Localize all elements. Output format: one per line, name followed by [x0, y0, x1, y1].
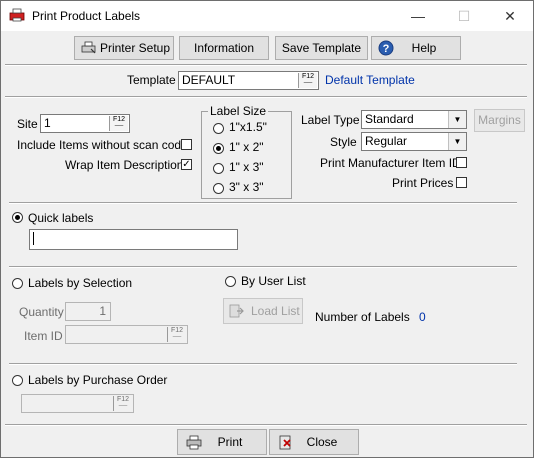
labels-by-selection-radio[interactable] — [12, 278, 23, 289]
labels-by-po-label: Labels by Purchase Order — [28, 373, 168, 387]
template-value: DEFAULT — [182, 73, 236, 87]
quantity-input[interactable]: 1 — [65, 302, 111, 321]
f12-label: F12 — [301, 73, 315, 80]
load-list-button[interactable]: Load List — [223, 298, 303, 324]
size-radio-1x2[interactable] — [213, 143, 224, 154]
chevron-down-icon[interactable]: ▼ — [448, 133, 466, 150]
template-description: Default Template — [325, 73, 415, 87]
include-no-scan-label: Include Items without scan code — [17, 138, 188, 152]
margins-button[interactable]: Margins — [474, 109, 525, 132]
maximize-button[interactable]: ☐ — [441, 1, 487, 31]
print-prices-label: Print Prices — [392, 176, 454, 190]
close-window-button[interactable]: ✕ — [487, 1, 533, 31]
print-button[interactable]: Print — [177, 429, 267, 455]
chevron-down-icon[interactable]: ▼ — [448, 111, 466, 128]
quick-labels-radio[interactable] — [12, 212, 23, 223]
printer-setup-button[interactable]: Printer Setup — [74, 36, 174, 60]
wrap-description-checkbox[interactable]: ✓ — [181, 159, 192, 170]
load-list-label: Load List — [251, 304, 300, 318]
label-type-select[interactable]: Standard ▼ — [361, 110, 467, 129]
quantity-value: 1 — [99, 304, 106, 318]
size-radio-3x3[interactable] — [213, 183, 224, 194]
po-input[interactable]: F12 ── — [21, 394, 134, 413]
size-radio-1x3[interactable] — [213, 163, 224, 174]
quick-labels-label: Quick labels — [28, 211, 94, 225]
separator — [5, 96, 527, 98]
separator — [5, 64, 527, 66]
f12-label: F12 — [170, 327, 184, 334]
f12-label: F12 — [112, 116, 126, 123]
margins-label: Margins — [478, 113, 521, 127]
style-select[interactable]: Regular ▼ — [361, 132, 467, 151]
site-value: 1 — [44, 116, 51, 130]
template-lookup-button[interactable]: F12 ── — [298, 73, 317, 88]
print-prices-checkbox[interactable] — [456, 177, 467, 188]
site-label: Site — [17, 117, 38, 131]
size-label-1x1-5: 1"x1.5" — [229, 120, 267, 134]
information-button[interactable]: Information — [179, 36, 269, 60]
printer-setup-icon — [81, 41, 96, 54]
print-mfr-id-checkbox[interactable] — [456, 157, 467, 168]
load-list-icon — [229, 304, 244, 318]
print-labels-window: Print Product Labels — ☐ ✕ Printer Setup… — [0, 0, 534, 458]
site-input[interactable]: 1 F12 ── — [40, 114, 130, 133]
f12-label: F12 — [116, 396, 130, 403]
labels-by-selection-label: Labels by Selection — [28, 276, 133, 290]
wrap-description-label: Wrap Item Description — [65, 158, 184, 172]
style-value: Regular — [365, 134, 408, 148]
number-of-labels-label: Number of Labels — [315, 310, 410, 324]
separator — [9, 363, 517, 365]
by-user-list-label: By User List — [241, 274, 306, 288]
size-label-3x3: 3" x 3" — [229, 180, 264, 194]
item-id-input[interactable]: F12 ── — [65, 325, 188, 344]
print-mfr-id-label: Print Manufacturer Item ID — [320, 156, 461, 170]
style-label: Style — [330, 135, 357, 149]
item-id-lookup-button[interactable]: F12 ── — [167, 327, 186, 342]
number-of-labels-value: 0 — [419, 310, 426, 324]
include-no-scan-checkbox[interactable] — [181, 139, 192, 150]
separator — [9, 266, 517, 268]
separator — [5, 424, 527, 426]
svg-text:?: ? — [383, 43, 390, 55]
size-label-1x2: 1" x 2" — [229, 140, 264, 154]
close-button[interactable]: Close — [269, 429, 359, 455]
title-bar: Print Product Labels — ☐ ✕ — [1, 1, 533, 31]
quick-labels-input[interactable] — [29, 229, 238, 250]
print-label: Print — [217, 435, 243, 449]
separator — [9, 202, 517, 204]
help-button[interactable]: ? Help — [371, 36, 461, 60]
size-label-1x3: 1" x 3" — [229, 160, 264, 174]
template-label: Template — [127, 73, 176, 87]
help-label: Help — [411, 41, 437, 55]
template-input[interactable]: DEFAULT F12 ── — [178, 71, 319, 90]
close-label: Close — [306, 435, 338, 449]
help-icon: ? — [378, 40, 394, 56]
window-title: Print Product Labels — [32, 9, 141, 23]
site-lookup-button[interactable]: F12 ── — [109, 116, 128, 131]
printer-icon — [186, 435, 202, 450]
app-printer-icon — [9, 8, 25, 22]
size-radio-1x1-5[interactable] — [213, 123, 224, 134]
text-cursor — [33, 232, 34, 245]
minimize-button[interactable]: — — [395, 1, 441, 31]
close-door-icon — [279, 435, 291, 450]
label-size-title: Label Size — [208, 104, 269, 118]
save-template-label: Save Template — [281, 41, 362, 55]
by-user-list-radio[interactable] — [225, 276, 236, 287]
label-type-label: Label Type — [301, 113, 360, 127]
po-lookup-button[interactable]: F12 ── — [113, 396, 132, 411]
information-label: Information — [193, 41, 255, 55]
quantity-label: Quantity — [19, 305, 64, 319]
labels-by-po-radio[interactable] — [12, 375, 23, 386]
label-type-value: Standard — [365, 112, 414, 126]
item-id-label: Item ID — [24, 329, 63, 343]
save-template-button[interactable]: Save Template — [275, 36, 368, 60]
